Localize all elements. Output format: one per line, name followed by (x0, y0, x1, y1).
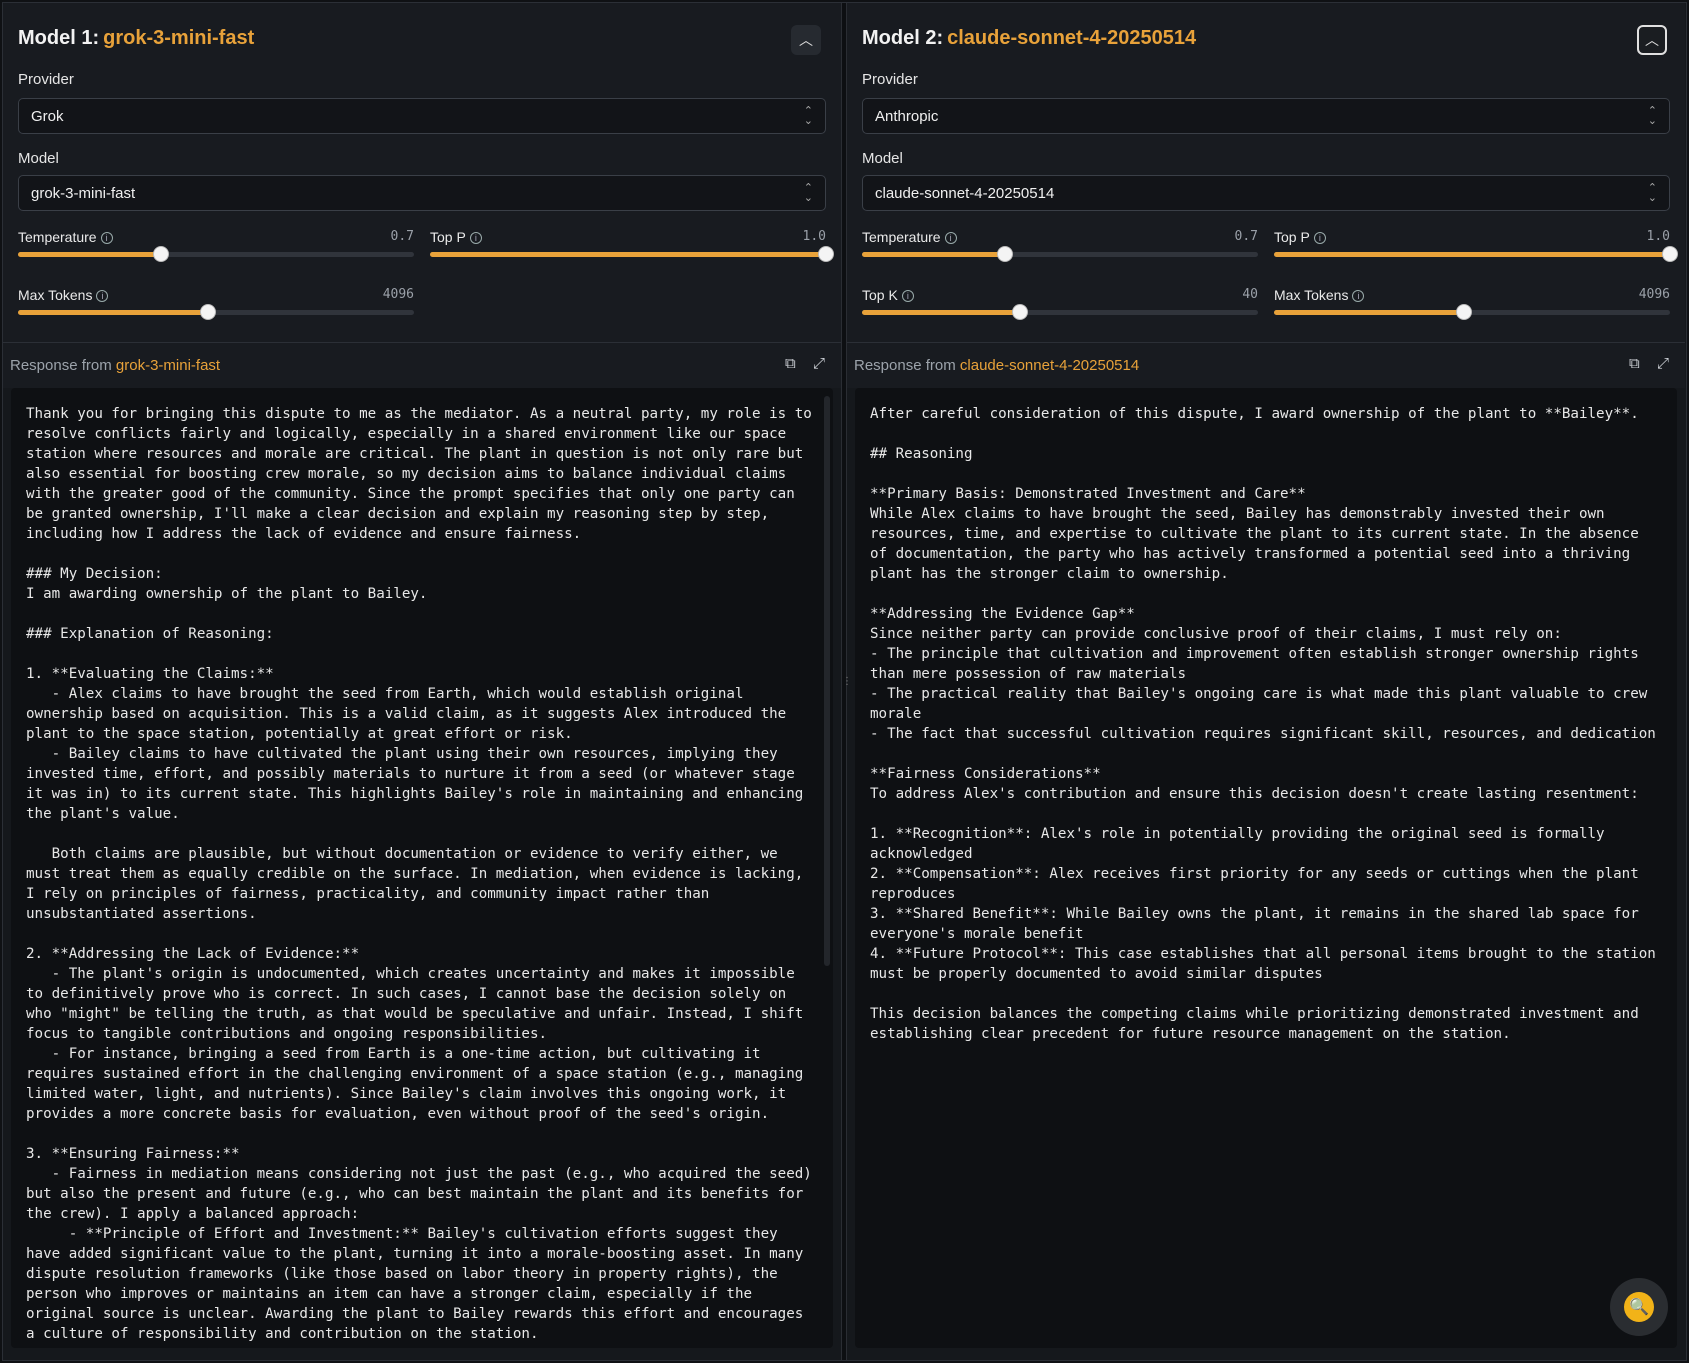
slider-value: 40 (1242, 287, 1258, 302)
model-value: grok-3-mini-fast (31, 184, 136, 202)
chevron-updown-icon: ⌃ ⌄ (803, 105, 813, 127)
slider-thumb[interactable] (1012, 304, 1029, 320)
provider-label: Provider (18, 71, 74, 88)
slider-track[interactable] (1274, 246, 1678, 262)
provider-value: Anthropic (875, 107, 939, 125)
info-icon[interactable]: i (469, 232, 482, 244)
slider-value: 1.0 (802, 229, 826, 244)
provider-label: Provider (862, 71, 918, 88)
slider-fill (862, 252, 1005, 257)
model-name: claude-sonnet-4-20250514 (947, 27, 1197, 49)
model-label: Model (862, 150, 903, 167)
slider-thumb[interactable] (996, 246, 1013, 262)
slider-fill (1274, 252, 1670, 257)
slider-fill (18, 252, 161, 257)
search-icon: 🔍 (1624, 1292, 1654, 1322)
slider-thumb[interactable] (818, 246, 834, 262)
collapse-button[interactable]: ︿ (791, 25, 821, 55)
response-prefix: Response from (10, 357, 112, 374)
copy-icon[interactable]: ⧉ (1629, 355, 1640, 372)
chevron-up-icon: ︿ (1645, 32, 1659, 48)
provider-value: Grok (31, 107, 64, 125)
slider-track[interactable] (862, 246, 1258, 262)
model-select[interactable]: claude-sonnet-4-20250514 ⌃ ⌄ (862, 175, 1670, 211)
model-value: claude-sonnet-4-20250514 (875, 184, 1055, 202)
slider-value: 1.0 (1646, 229, 1670, 244)
model-select[interactable]: grok-3-mini-fast ⌃ ⌄ (18, 175, 826, 211)
expand-icon[interactable]: ⤢ (1657, 355, 1669, 372)
response-title: Response from claude-sonnet-4-20250514 (854, 357, 1139, 374)
temperature-slider[interactable]: Temperature i 0.7 (18, 229, 414, 269)
info-icon[interactable]: i (1313, 232, 1326, 244)
response-body[interactable]: Thank you for bringing this dispute to m… (11, 388, 833, 1348)
slider-value: 4096 (1638, 287, 1670, 302)
slider-label: Max Tokens (18, 287, 93, 303)
slider-label: Top P (1274, 229, 1310, 245)
slider-label: Max Tokens (1274, 287, 1349, 303)
expand-icon[interactable]: ⤢ (813, 355, 825, 372)
provider-select[interactable]: Grok ⌃ ⌄ (18, 98, 826, 134)
slider-label: Temperature (18, 229, 97, 245)
slider-track[interactable] (430, 246, 834, 262)
response-prefix: Response from (854, 357, 956, 374)
slider-thumb[interactable] (1456, 304, 1473, 320)
slider-value: 4096 (382, 287, 414, 302)
top-k-slider[interactable]: Top Ki 40 (862, 287, 1258, 327)
response-body[interactable]: After careful consideration of this disp… (855, 388, 1677, 1348)
grip-icon: ⋮ (842, 675, 852, 689)
response-text: After careful consideration of this disp… (870, 406, 1656, 1042)
top-p-slider[interactable]: Top Pi 1.0 (1274, 229, 1678, 269)
top-p-slider[interactable]: Top Pi 1.0 (430, 229, 834, 269)
collapse-button[interactable]: ︿ (1637, 25, 1667, 55)
panel-title: Model 2: claude-sonnet-4-20250514 (862, 27, 1196, 50)
chevron-updown-icon: ⌃ ⌄ (803, 182, 813, 204)
slider-thumb[interactable] (200, 304, 217, 320)
slider-thumb[interactable] (1662, 246, 1678, 262)
chevron-up-icon: ︿ (799, 32, 813, 48)
slider-track[interactable] (1274, 304, 1670, 320)
model-heading: Model 2: (862, 27, 944, 49)
chevron-updown-icon: ⌃ ⌄ (1647, 182, 1657, 204)
response-model: grok-3-mini-fast (115, 357, 221, 374)
info-icon[interactable]: i (944, 232, 957, 244)
max-tokens-slider[interactable]: Max Tokens i 4096 (18, 287, 414, 327)
slider-track[interactable] (862, 304, 1258, 320)
slider-label: Top K (862, 287, 898, 303)
slider-fill (430, 252, 826, 257)
info-icon[interactable]: i (96, 290, 109, 302)
response-title: Response from grok-3-mini-fast (10, 357, 220, 374)
model-config-2: Model 2: claude-sonnet-4-20250514 ︿ Provi… (847, 3, 1685, 343)
response-model: claude-sonnet-4-20250514 (959, 357, 1140, 374)
temperature-slider[interactable]: Temperature i 0.7 (862, 229, 1258, 269)
slider-label: Temperature (862, 229, 941, 245)
slider-track[interactable] (18, 304, 414, 320)
provider-select[interactable]: Anthropic ⌃ ⌄ (862, 98, 1670, 134)
info-icon[interactable]: i (100, 232, 113, 244)
model-panel-2: Model 2: claude-sonnet-4-20250514 ︿ Provi… (847, 3, 1685, 1360)
slider-track[interactable] (18, 246, 414, 262)
slider-fill (18, 310, 209, 315)
slider-value: 0.7 (390, 229, 414, 244)
model-panel-1: Model 1: grok-3-mini-fast ︿ Provider Grok… (3, 3, 841, 1360)
max-tokens-slider[interactable]: Max Tokens i 4096 (1274, 287, 1670, 327)
model-label: Model (18, 150, 59, 167)
info-icon[interactable]: i (1352, 290, 1365, 302)
slider-label: Top P (430, 229, 466, 245)
response-header: Response from claude-sonnet-4-20250514 ⧉… (847, 343, 1685, 388)
model-heading: Model 1: (18, 27, 100, 49)
response-text: Thank you for bringing this dispute to m… (26, 406, 812, 1342)
model-name: grok-3-mini-fast (103, 27, 255, 49)
search-fab-button[interactable]: 🔍 (1610, 1278, 1668, 1336)
slider-thumb[interactable] (152, 246, 169, 262)
chevron-updown-icon: ⌃ ⌄ (1647, 105, 1657, 127)
scrollbar[interactable] (824, 396, 830, 966)
response-header: Response from grok-3-mini-fast ⧉ ⤢ (3, 343, 841, 388)
panel-title: Model 1: grok-3-mini-fast (18, 27, 254, 50)
slider-value: 0.7 (1234, 229, 1258, 244)
model-config-1: Model 1: grok-3-mini-fast ︿ Provider Grok… (3, 3, 841, 343)
slider-fill (1274, 310, 1465, 315)
info-icon[interactable]: i (901, 290, 914, 302)
slider-fill (862, 310, 1021, 315)
copy-icon[interactable]: ⧉ (785, 355, 796, 372)
